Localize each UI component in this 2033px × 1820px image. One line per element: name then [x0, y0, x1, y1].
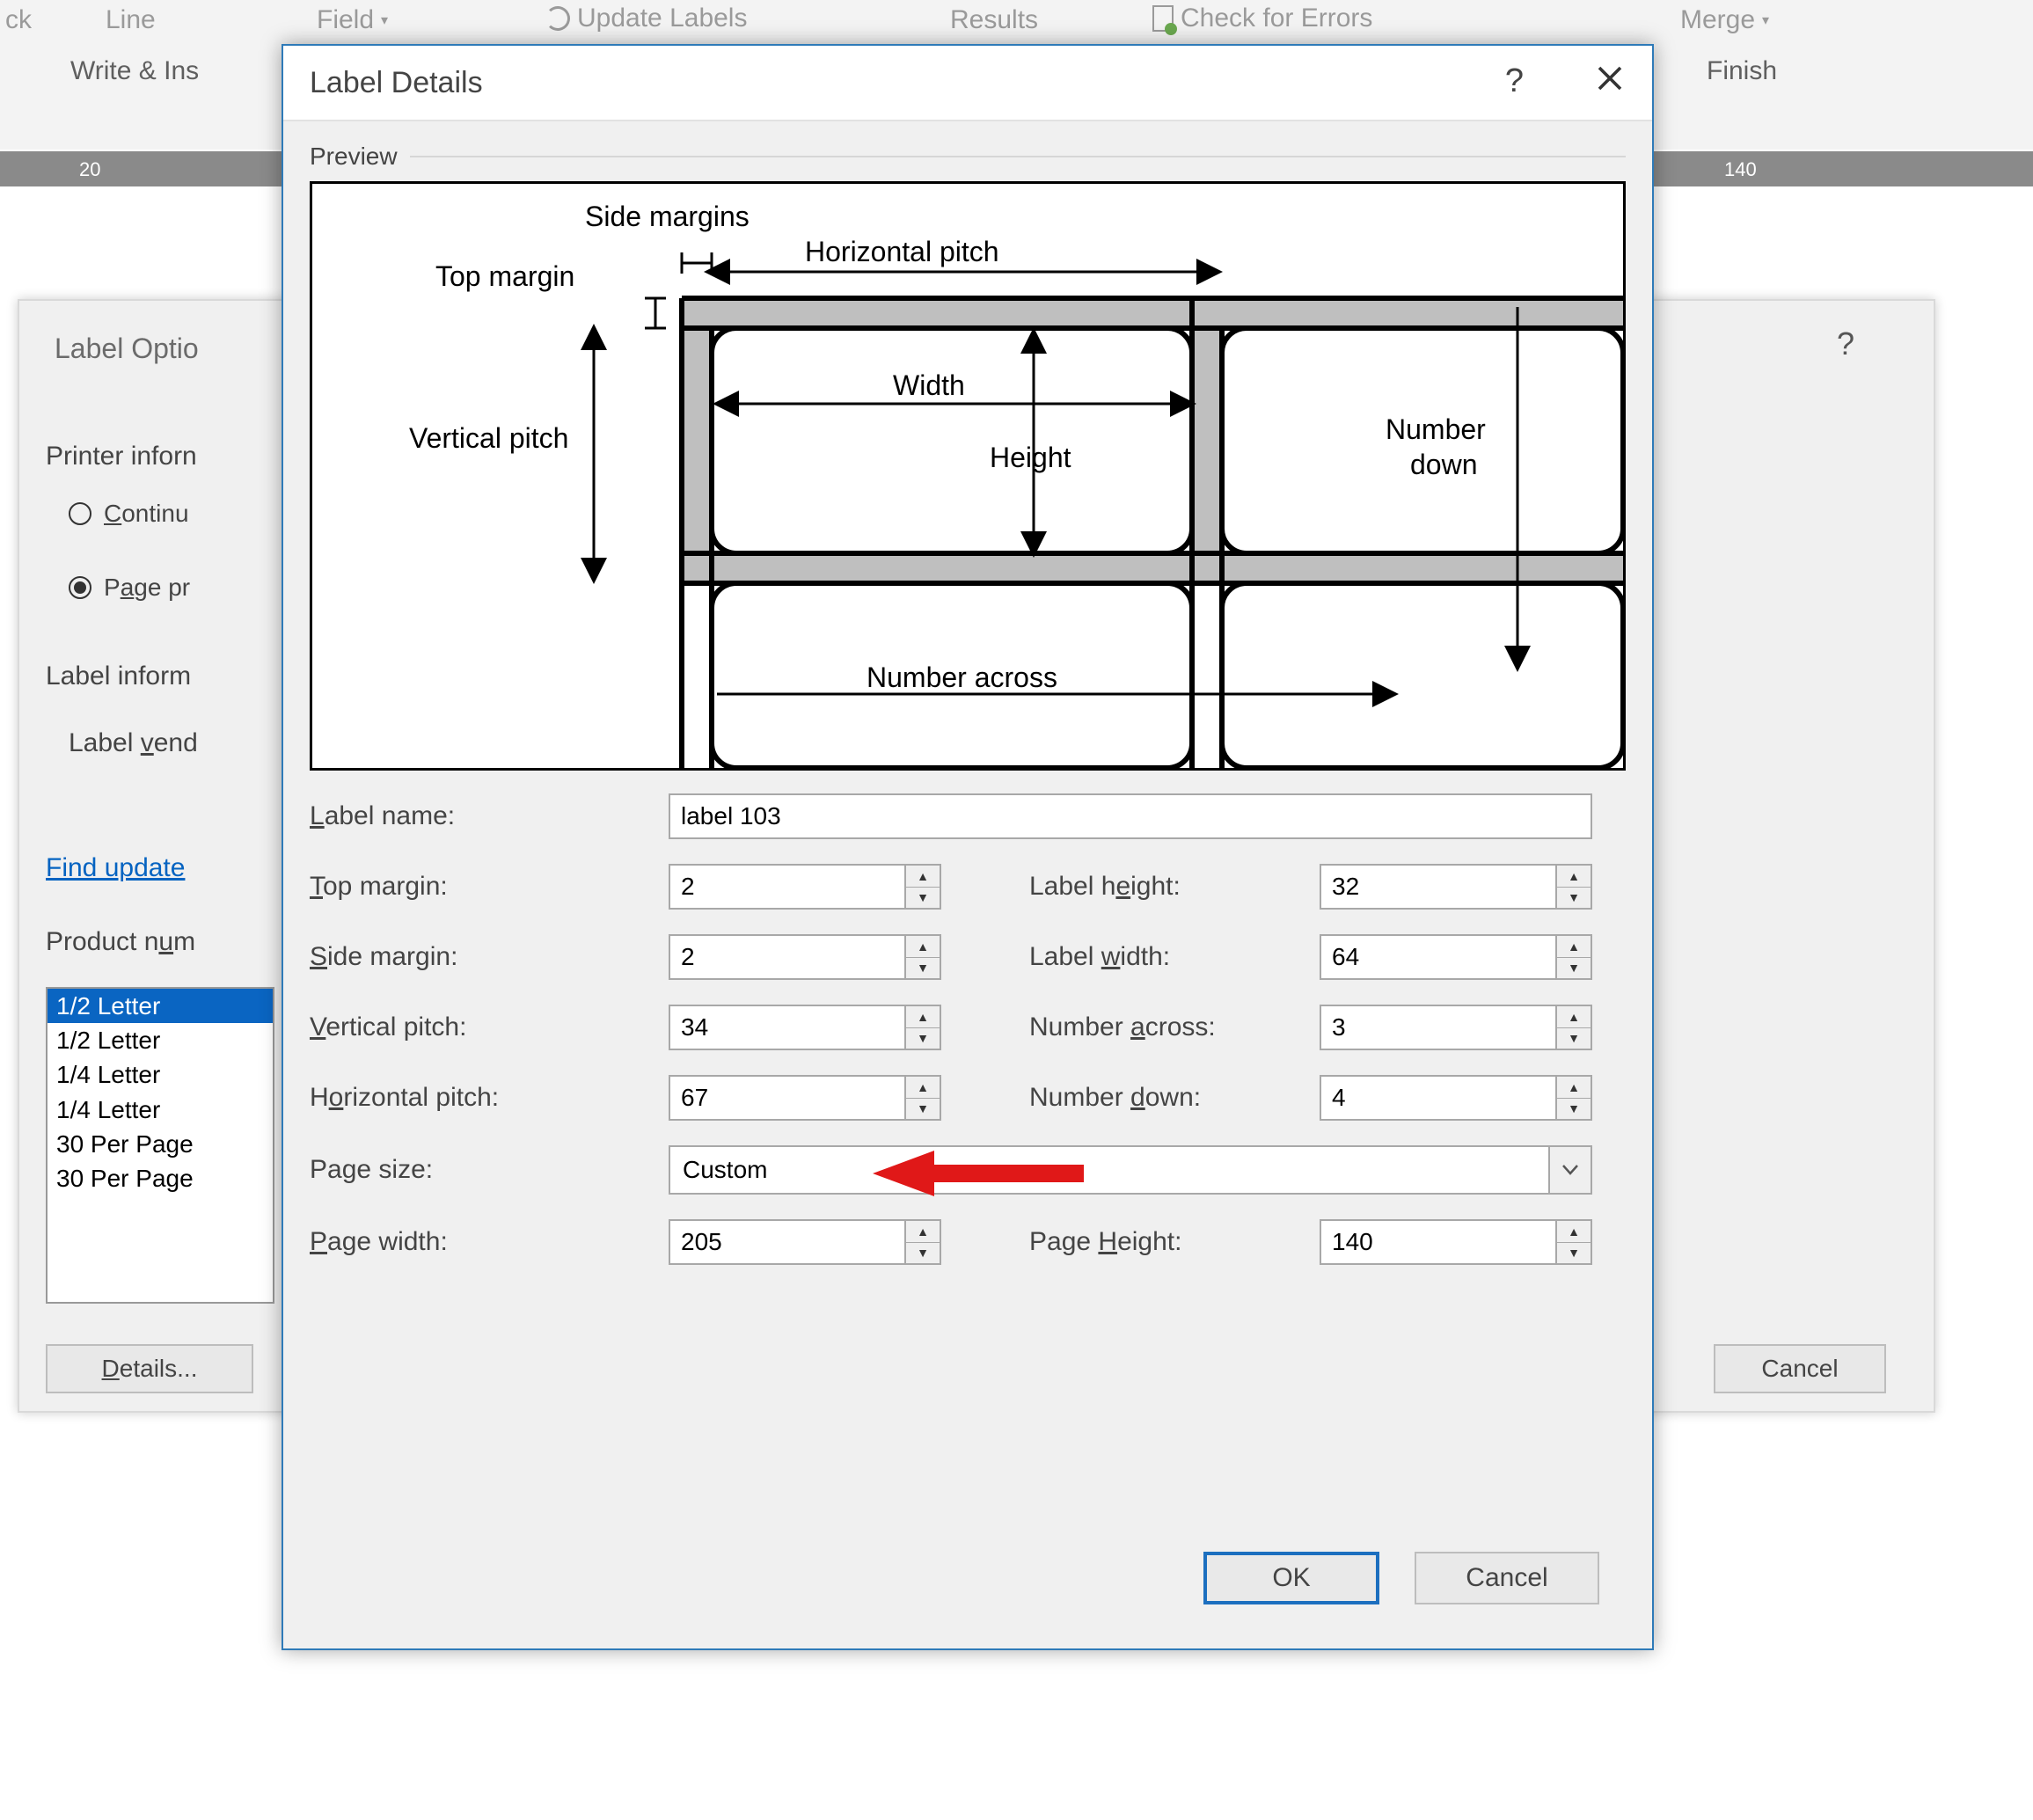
radio-icon: [69, 502, 91, 525]
spinner-icon[interactable]: ▲▼: [904, 866, 940, 908]
spinner-icon[interactable]: ▲▼: [904, 1221, 940, 1263]
refresh-icon: [545, 6, 570, 31]
spinner-icon[interactable]: ▲▼: [1555, 1006, 1591, 1049]
printer-info-label: Printer inforn: [46, 442, 197, 471]
ribbon-merge-dropdown[interactable]: Merge ▾: [1680, 5, 1769, 35]
spinner-icon[interactable]: ▲▼: [1555, 936, 1591, 978]
spinner-icon[interactable]: ▲▼: [1555, 1077, 1591, 1119]
ribbon-update-labels[interactable]: Update Labels: [545, 4, 747, 33]
continuous-feed-label: CContinuontinu: [104, 500, 189, 528]
preview-groupbox-label: Preview: [310, 143, 398, 171]
chevron-down-icon[interactable]: [1548, 1147, 1591, 1193]
chevron-down-icon: ▾: [1762, 11, 1769, 29]
ribbon-field-label: Field: [317, 5, 374, 35]
ruler-mark-right: 140: [1724, 158, 1757, 181]
radio-icon: [69, 576, 91, 599]
label-name-label: Label name:: [310, 801, 669, 831]
label-width-label: Label width:: [1029, 942, 1320, 972]
continuous-feed-radio[interactable]: CContinuontinu: [69, 500, 189, 528]
svg-text:Side margins: Side margins: [585, 201, 750, 232]
ribbon-field-dropdown[interactable]: Field ▾: [317, 5, 388, 35]
svg-text:Number: Number: [1386, 413, 1486, 445]
page-height-label: Page Height:: [1029, 1227, 1320, 1257]
product-number-list[interactable]: 1/2 Letter 1/2 Letter 1/4 Letter 1/4 Let…: [46, 987, 274, 1304]
ribbon-merge-text: Merge: [1680, 5, 1755, 35]
cancel-button[interactable]: Cancel: [1714, 1344, 1886, 1393]
spinner-icon[interactable]: ▲▼: [904, 1077, 940, 1119]
horizontal-pitch-input[interactable]: 67 ▲▼: [669, 1075, 941, 1121]
page-printers-radio[interactable]: Page pr: [69, 574, 190, 602]
ribbon-check-errors-text: Check for Errors: [1181, 4, 1372, 33]
label-preview-diagram: Side margins Top margin Horizontal pitch…: [310, 181, 1626, 771]
ribbon-update-labels-text: Update Labels: [577, 4, 747, 33]
list-item[interactable]: 1/2 Letter: [48, 1023, 273, 1057]
product-number-label: Product num: [46, 927, 195, 957]
side-margin-label: Side margin:: [310, 942, 669, 972]
page-printers-label: Page pr: [104, 574, 190, 602]
svg-text:Height: Height: [990, 442, 1071, 473]
page-size-label: Page size:: [310, 1155, 669, 1185]
page-height-input[interactable]: 140 ▲▼: [1320, 1219, 1592, 1265]
cancel-button[interactable]: Cancel: [1415, 1552, 1599, 1604]
help-icon[interactable]: ?: [1837, 325, 1854, 362]
spinner-icon[interactable]: ▲▼: [904, 1006, 940, 1049]
label-info-section: Label inform: [46, 661, 191, 691]
label-vendors-label: Label vend: [69, 728, 198, 758]
number-across-label: Number across:: [1029, 1012, 1320, 1042]
label-height-label: Label height:: [1029, 872, 1320, 902]
page-width-label: Page width:: [310, 1227, 669, 1257]
label-details-dialog: Label Details ? Preview: [282, 44, 1654, 1650]
close-icon[interactable]: [1594, 62, 1626, 103]
spinner-icon[interactable]: ▲▼: [1555, 866, 1591, 908]
label-name-input[interactable]: label 103: [669, 793, 1592, 839]
label-details-title: Label Details: [310, 66, 483, 100]
list-item[interactable]: 1/2 Letter: [48, 989, 273, 1023]
svg-text:Number across: Number across: [867, 661, 1057, 693]
ribbon-results[interactable]: Results: [950, 5, 1038, 35]
label-options-title: Label Optio: [55, 333, 199, 365]
page-size-dropdown[interactable]: Custom: [669, 1145, 1592, 1195]
vertical-pitch-label: Vertical pitch:: [310, 1012, 669, 1042]
page-width-input[interactable]: 205 ▲▼: [669, 1219, 941, 1265]
ribbon-group-finish: Finish: [1707, 56, 1777, 86]
ribbon-check-errors[interactable]: Check for Errors: [1152, 4, 1372, 33]
list-item[interactable]: 1/4 Letter: [48, 1093, 273, 1127]
side-margin-input[interactable]: 2 ▲▼: [669, 934, 941, 980]
document-check-icon: [1152, 5, 1174, 32]
ruler-mark-left: 20: [79, 158, 100, 181]
svg-text:Width: Width: [893, 369, 965, 401]
spinner-icon[interactable]: ▲▼: [1555, 1221, 1591, 1263]
annotation-arrow-icon: [873, 1151, 1084, 1196]
label-height-input[interactable]: 32 ▲▼: [1320, 864, 1592, 910]
number-down-input[interactable]: 4 ▲▼: [1320, 1075, 1592, 1121]
vertical-pitch-input[interactable]: 34 ▲▼: [669, 1005, 941, 1050]
list-item[interactable]: 1/4 Letter: [48, 1057, 273, 1092]
ribbon-group-write: Write & Ins: [70, 56, 199, 86]
svg-text:Horizontal pitch: Horizontal pitch: [805, 236, 999, 267]
svg-text:down: down: [1410, 449, 1478, 480]
number-across-input[interactable]: 3 ▲▼: [1320, 1005, 1592, 1050]
svg-text:Top margin: Top margin: [435, 260, 574, 292]
list-item[interactable]: 30 Per Page: [48, 1127, 273, 1161]
label-details-titlebar: Label Details ?: [283, 46, 1652, 121]
ok-button[interactable]: OK: [1203, 1552, 1379, 1604]
chevron-down-icon: ▾: [381, 11, 388, 29]
details-button[interactable]: Details...: [46, 1344, 253, 1393]
spinner-icon[interactable]: ▲▼: [904, 936, 940, 978]
help-icon[interactable]: ?: [1505, 62, 1524, 103]
label-width-input[interactable]: 64 ▲▼: [1320, 934, 1592, 980]
ribbon-ck-fragment: ck: [5, 5, 32, 35]
groupbox-divider: [410, 156, 1626, 157]
number-down-label: Number down:: [1029, 1083, 1320, 1113]
svg-text:Vertical pitch: Vertical pitch: [409, 422, 568, 454]
find-updates-link[interactable]: Find update: [46, 853, 185, 883]
ribbon-line[interactable]: Line: [106, 5, 156, 35]
list-item[interactable]: 30 Per Page: [48, 1161, 273, 1195]
top-margin-input[interactable]: 2 ▲▼: [669, 864, 941, 910]
top-margin-label: Top margin:: [310, 872, 669, 902]
horizontal-pitch-label: Horizontal pitch:: [310, 1083, 669, 1113]
